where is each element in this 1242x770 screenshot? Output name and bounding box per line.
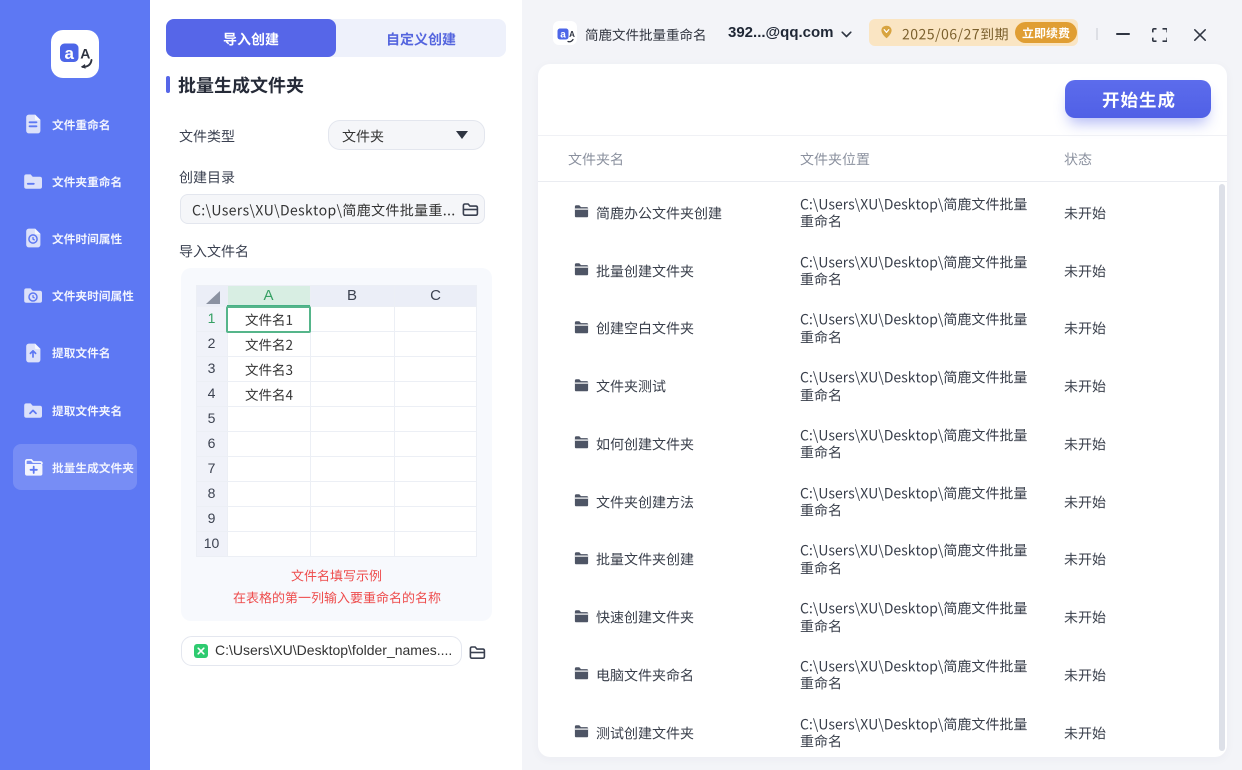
svg-text:a: a: [560, 30, 566, 41]
svg-text:a: a: [64, 44, 74, 63]
svg-text:A: A: [80, 46, 90, 62]
svg-text:A: A: [569, 30, 575, 39]
